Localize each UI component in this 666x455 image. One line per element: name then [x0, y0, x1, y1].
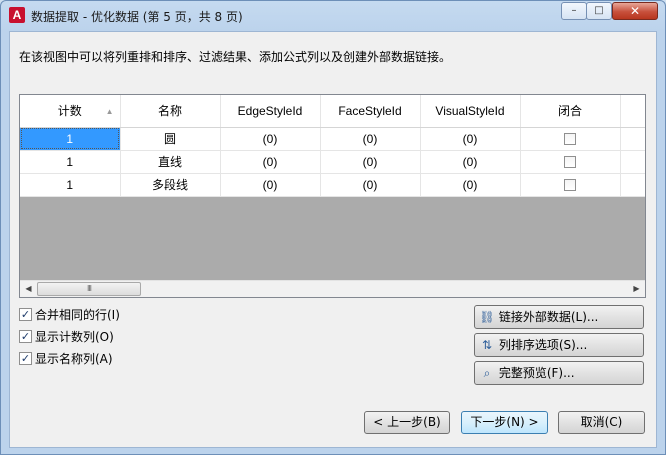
table-cell-visual-style[interactable]: (0): [420, 173, 521, 197]
table-cell-name[interactable]: 多段线: [120, 173, 221, 197]
closed-checkbox[interactable]: [564, 179, 576, 192]
column-header-edge-style[interactable]: EdgeStyleId: [220, 95, 321, 128]
table-cell-count[interactable]: 1: [20, 173, 121, 197]
page-description: 在该视图中可以将列重排和排序、过滤结果、添加公式列以及创建外部数据链接。: [19, 50, 452, 64]
column-header-visual-style[interactable]: VisualStyleId: [420, 95, 521, 128]
show-name-checkbox[interactable]: ✓: [19, 352, 32, 365]
column-header-label: EdgeStyleId: [237, 103, 303, 118]
table-cell-face-style[interactable]: (0): [320, 173, 421, 197]
combine-rows-checkbox[interactable]: ✓: [19, 308, 32, 321]
column-header-label: 计数: [57, 104, 82, 119]
column-sort-options-button[interactable]: ⇅ 列排序选项(S)...: [474, 333, 644, 357]
table-row[interactable]: 1 圆 (0) (0) (0): [20, 127, 645, 151]
table-cell-count[interactable]: 1: [20, 127, 121, 151]
table-cell-name[interactable]: 圆: [120, 127, 221, 151]
table-row[interactable]: 1 多段线 (0) (0) (0): [20, 173, 645, 197]
show-count-label[interactable]: 显示计数列(O): [35, 328, 114, 345]
table-cell-visual-style[interactable]: (0): [420, 127, 521, 151]
table-cell-filler: [620, 127, 645, 151]
maximize-button[interactable]: □: [586, 2, 612, 20]
show-count-checkbox[interactable]: ✓: [19, 330, 32, 343]
combine-rows-label[interactable]: 合并相同的行(I): [35, 306, 120, 323]
column-header-name[interactable]: 名称: [120, 95, 221, 128]
data-table: 计数 ▲ 名称 EdgeStyleId FaceStyleId VisualSt…: [20, 95, 645, 197]
link-external-data-label: 链接外部数据(L)...: [498, 310, 599, 324]
table-cell-edge-style[interactable]: (0): [220, 173, 321, 197]
column-header-label: 闭合: [557, 104, 582, 119]
table-cell-visual-style[interactable]: (0): [420, 150, 521, 174]
table-cell-edge-style[interactable]: (0): [220, 150, 321, 174]
column-header-closed[interactable]: 闭合: [520, 95, 621, 128]
cancel-button[interactable]: 取消(C): [558, 411, 645, 434]
table-cell-name[interactable]: 直线: [120, 150, 221, 174]
full-preview-label: 完整预览(F)...: [498, 366, 575, 380]
table-cell-edge-style[interactable]: (0): [220, 127, 321, 151]
table-cell-face-style[interactable]: (0): [320, 127, 421, 151]
header-row: 计数 ▲ 名称 EdgeStyleId FaceStyleId VisualSt…: [20, 95, 645, 128]
table-cell-closed[interactable]: [520, 150, 621, 174]
next-button[interactable]: 下一步(N) >: [461, 411, 548, 434]
close-button[interactable]: ✕: [612, 2, 658, 20]
preview-icon: ⌕: [483, 366, 491, 380]
full-preview-button[interactable]: ⌕ 完整预览(F)...: [474, 361, 644, 385]
scroll-thumb[interactable]: III: [37, 282, 141, 296]
column-header-label: VisualStyleId: [435, 103, 505, 118]
sort-icon: ⇅: [481, 338, 493, 352]
table-cell-face-style[interactable]: (0): [320, 150, 421, 174]
title-bar[interactable]: A 数据提取 - 优化数据 (第 5 页，共 8 页) – □ ✕: [1, 1, 665, 31]
horizontal-scrollbar[interactable]: ◀ III ▶: [20, 280, 645, 297]
data-grid[interactable]: 计数 ▲ 名称 EdgeStyleId FaceStyleId VisualSt…: [19, 94, 646, 298]
scroll-left-icon[interactable]: ◀: [20, 281, 37, 297]
column-header-label: FaceStyleId: [338, 103, 402, 118]
table-cell-filler: [620, 150, 645, 174]
data-extraction-dialog: A 数据提取 - 优化数据 (第 5 页，共 8 页) – □ ✕ 在该视图中可…: [0, 0, 666, 455]
scroll-right-icon[interactable]: ▶: [628, 281, 645, 297]
column-header-count[interactable]: 计数 ▲: [20, 95, 121, 128]
sort-ascending-icon: ▲: [105, 107, 114, 116]
column-header-filler: [620, 95, 645, 128]
link-icon: ⛓: [479, 310, 495, 324]
column-header-label: 名称: [157, 104, 182, 119]
minimize-button[interactable]: –: [561, 2, 587, 20]
column-sort-options-label: 列排序选项(S)...: [498, 338, 588, 352]
back-button[interactable]: < 上一步(B): [364, 411, 450, 434]
link-external-data-button[interactable]: ⛓ 链接外部数据(L)...: [474, 305, 644, 329]
table-cell-closed[interactable]: [520, 127, 621, 151]
closed-checkbox[interactable]: [564, 133, 576, 146]
show-name-label[interactable]: 显示名称列(A): [35, 350, 113, 367]
dialog-body: 在该视图中可以将列重排和排序、过滤结果、添加公式列以及创建外部数据链接。 计数 …: [9, 31, 657, 448]
autocad-logo-icon: A: [9, 7, 25, 23]
table-row[interactable]: 1 直线 (0) (0) (0): [20, 150, 645, 174]
table-cell-count[interactable]: 1: [20, 150, 121, 174]
window-title: 数据提取 - 优化数据 (第 5 页，共 8 页): [31, 10, 243, 24]
table-cell-closed[interactable]: [520, 173, 621, 197]
closed-checkbox[interactable]: [564, 156, 576, 169]
column-header-face-style[interactable]: FaceStyleId: [320, 95, 421, 128]
table-cell-filler: [620, 173, 645, 197]
